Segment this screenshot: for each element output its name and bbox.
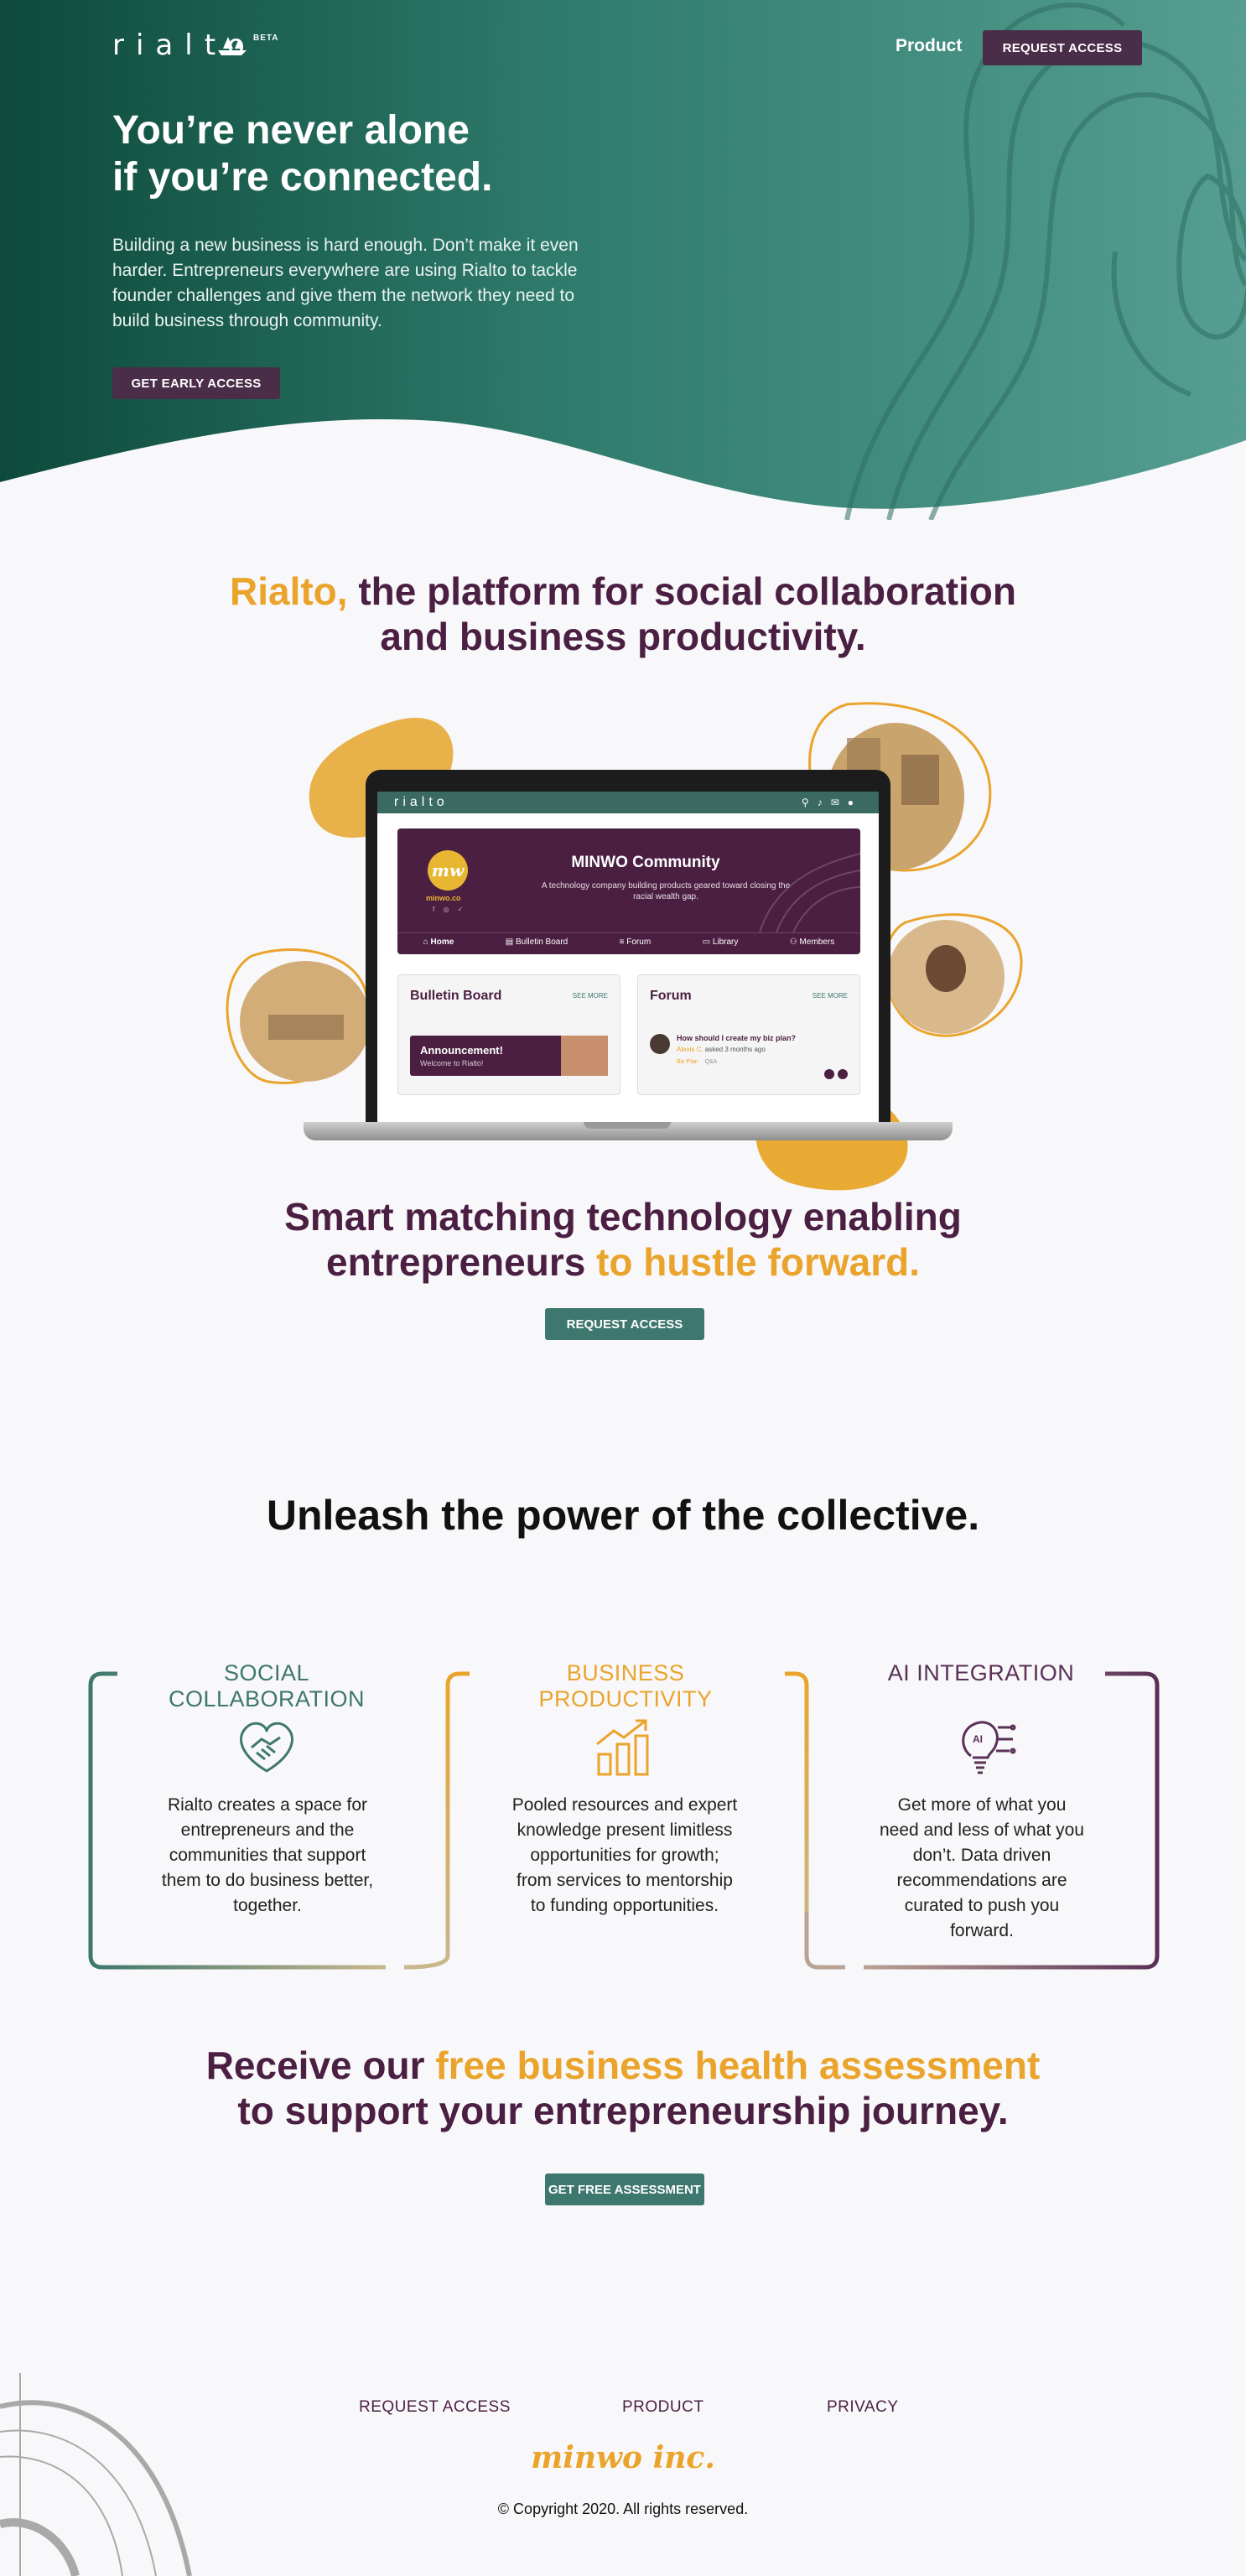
hero-section: rialto BETA Product REQUEST ACCESS You’r… [0, 0, 1246, 520]
hero-title: You’re never alone if you’re connected. [112, 108, 493, 200]
laptop-notch [584, 1122, 671, 1129]
ai-bulb-icon: AI [962, 1721, 1016, 1774]
laptop-screen: rialto ⚲♪✉● mw minwo.co f ◎ ✓ MINWO Comm… [377, 792, 879, 1122]
forum-post-meta: Alexis C. asked 3 months ago [677, 1046, 766, 1053]
bulletin-board-card: Bulletin Board SEE MORE Announcement! We… [397, 974, 620, 1095]
matching-request-access-button[interactable]: REQUEST ACCESS [545, 1308, 704, 1340]
search-icon[interactable]: ⚲ [802, 797, 818, 808]
get-free-assessment-button[interactable]: GET FREE ASSESSMENT [545, 2174, 704, 2205]
forum-title: Forum [650, 989, 692, 1003]
community-subtitle: A technology company building products g… [541, 881, 791, 901]
mail-icon[interactable]: ✉ [831, 797, 848, 808]
next-arrow-icon[interactable] [838, 1069, 848, 1079]
tab-home[interactable]: ⌂ Home [423, 937, 454, 947]
community-url[interactable]: minwo.co [426, 894, 461, 902]
minwo-logo[interactable]: minwo inc. [0, 2440, 1246, 2475]
bulletin-see-more-link[interactable]: SEE MORE [573, 992, 608, 1000]
tab-members[interactable]: ⚇ Members [790, 937, 834, 947]
bulletin-board-title: Bulletin Board [410, 989, 502, 1003]
laptop-mockup: rialto ⚲♪✉● mw minwo.co f ◎ ✓ MINWO Comm… [366, 770, 890, 1122]
feature-title-productivity: BUSINESS PRODUCTIVITY [538, 1660, 713, 1711]
power-heading: Unleash the power of the collective. [266, 1492, 980, 1539]
ship-icon [218, 37, 247, 55]
app-topbar-icons: ⚲♪✉● [802, 797, 862, 808]
community-tabs: ⌂ Home ▤ Bulletin Board ≡ Forum ▭ Librar… [397, 932, 860, 951]
community-banner: mw minwo.co f ◎ ✓ MINWO Community A tech… [397, 828, 860, 954]
footer-privacy-link[interactable]: PRIVACY [827, 2398, 899, 2417]
prev-arrow-icon[interactable] [824, 1069, 834, 1079]
forum-tags: Biz Plan Q&A [677, 1059, 718, 1065]
photo-frame-left [226, 948, 371, 1084]
bell-icon[interactable]: ♪ [818, 797, 831, 808]
handshake-icon [240, 1722, 293, 1773]
feature-text-social: Rialto creates a space for entrepreneurs… [161, 1795, 374, 1915]
community-title: MINWO Community [571, 854, 720, 871]
app-logo: rialto [394, 795, 449, 809]
tab-forum[interactable]: ≡ Forum [620, 937, 652, 947]
feature-text-productivity: Pooled resources and expert knowledge pr… [511, 1795, 738, 1915]
photo-frame-right [883, 913, 1023, 1037]
forum-card: Forum SEE MORE How should I create my bi… [637, 974, 860, 1095]
app-topbar: rialto ⚲♪✉● [377, 792, 879, 813]
tab-bulletin-board[interactable]: ▤ Bulletin Board [506, 937, 568, 947]
header-request-access-button[interactable]: REQUEST ACCESS [983, 30, 1142, 65]
svg-text:AI: AI [973, 1733, 983, 1745]
get-early-access-button[interactable]: GET EARLY ACCESS [112, 367, 280, 399]
feature-title-social: SOCIAL COLLABORATION [168, 1660, 366, 1711]
avatar [650, 1034, 670, 1054]
announcement-photo [561, 1036, 608, 1076]
announcement-item[interactable]: Announcement! Welcome to Rialto! [410, 1036, 608, 1076]
matching-heading: Smart matching technology enabling entre… [284, 1195, 962, 1284]
tab-library[interactable]: ▭ Library [703, 937, 739, 947]
nav-product-link[interactable]: Product [896, 36, 962, 56]
forum-post-title[interactable]: How should I create my biz plan? [677, 1034, 796, 1042]
feature-text-ai: Get more of what you need and less of wh… [879, 1795, 1084, 1940]
copyright-text: © Copyright 2020. All rights reserved. [497, 2501, 749, 2517]
social-icons: f ◎ ✓ [433, 906, 467, 913]
growth-chart-icon [596, 1719, 649, 1776]
hero-description: Building a new business is hard enough. … [112, 236, 579, 330]
forum-see-more-link[interactable]: SEE MORE [812, 992, 848, 1000]
assessment-heading: Receive our free business health assessm… [205, 2044, 1041, 2132]
beta-badge: BETA [253, 34, 279, 43]
platform-heading: Rialto, the platform for social collabor… [230, 569, 1016, 658]
avatar-icon[interactable]: ● [848, 797, 862, 808]
laptop-base [304, 1122, 953, 1140]
feature-title-ai: AI INTEGRATION [887, 1660, 1075, 1685]
footer-product-link[interactable]: PRODUCT [622, 2398, 703, 2417]
footer-request-access-link[interactable]: REQUEST ACCESS [359, 2398, 511, 2417]
